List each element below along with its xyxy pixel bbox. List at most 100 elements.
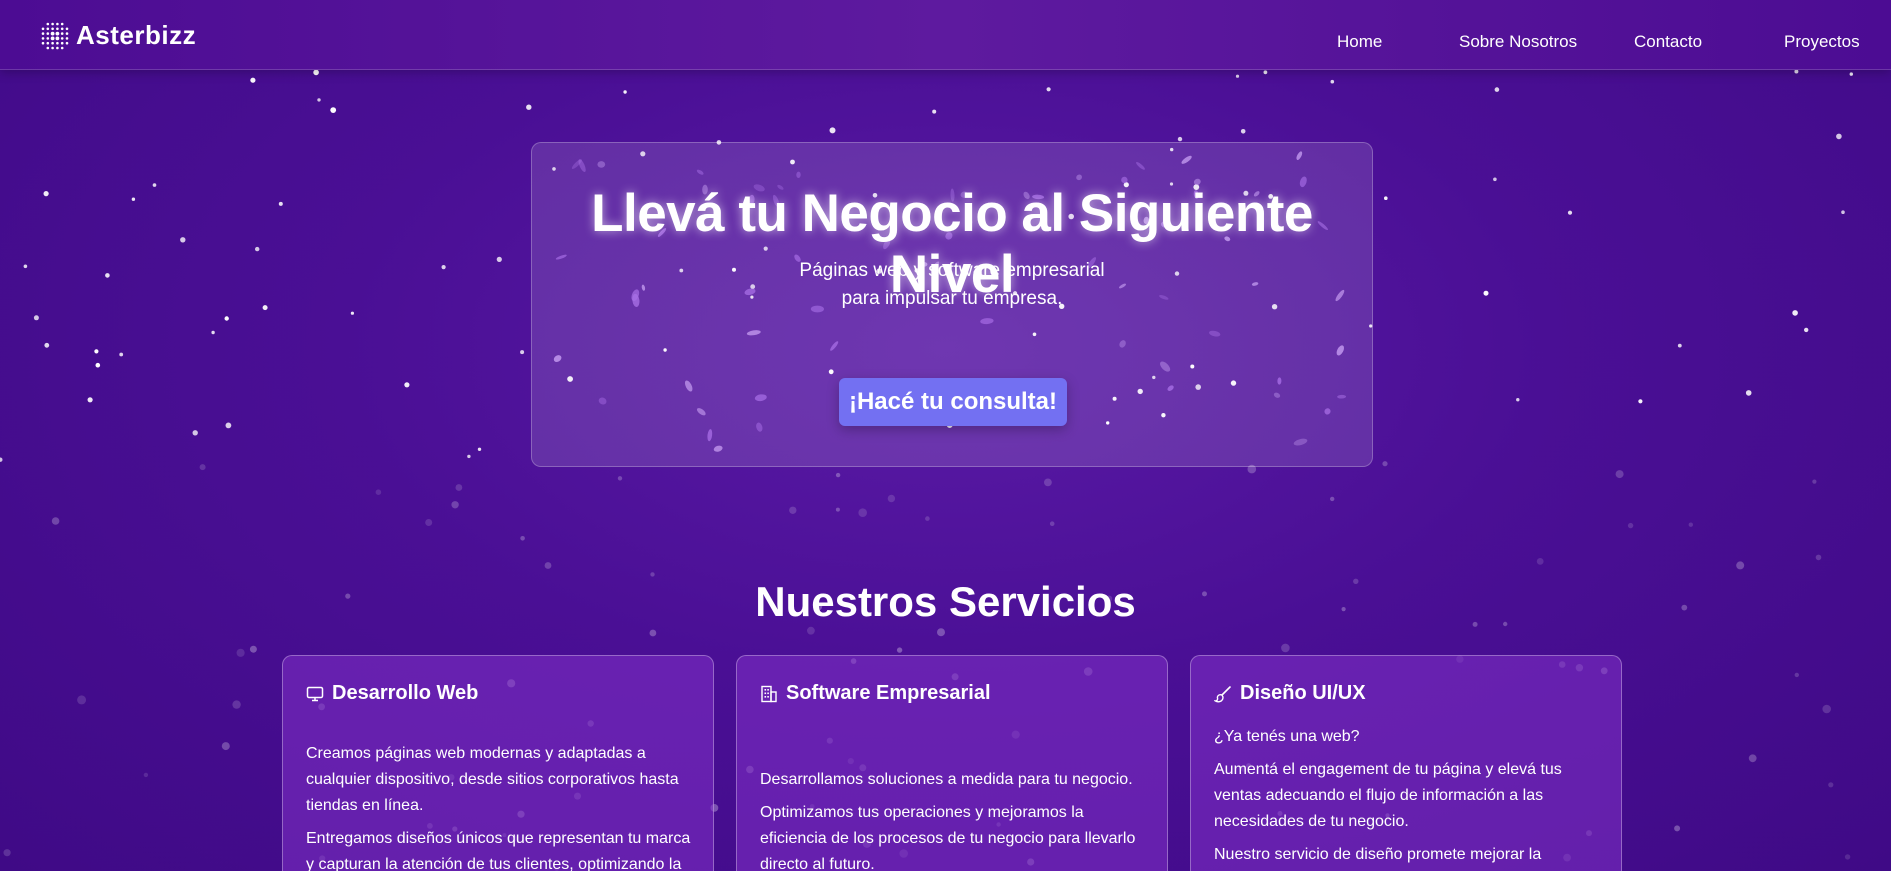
petal-shape xyxy=(1324,408,1331,415)
star-dot xyxy=(350,311,354,315)
star-dot xyxy=(0,457,3,462)
nav-link-proyectos[interactable]: Proyectos xyxy=(1784,32,1860,52)
card-header: Desarrollo Web xyxy=(306,682,478,705)
star-dot xyxy=(1240,129,1246,134)
hero-panel: Llevá tu Negocio al Siguiente Nivel Pági… xyxy=(531,142,1373,467)
star-dot xyxy=(255,246,260,252)
petal-shape xyxy=(1076,174,1082,181)
petal-shape xyxy=(1277,377,1282,385)
star-dot xyxy=(649,629,657,637)
card-body: Desarrollamos soluciones a medida para t… xyxy=(760,767,1149,871)
petal-shape xyxy=(598,397,607,405)
star-dot xyxy=(1330,496,1335,502)
star-dot xyxy=(1745,390,1752,396)
star-dot xyxy=(77,695,87,705)
star-dot xyxy=(1748,754,1757,763)
star-dot xyxy=(313,69,319,76)
star-dot xyxy=(250,77,256,83)
star-dot xyxy=(807,626,815,635)
star-dot xyxy=(375,489,382,496)
star-dot xyxy=(496,256,502,262)
star-dot xyxy=(211,330,215,335)
star-dot xyxy=(1674,825,1681,832)
card-body: Creamos páginas web modernas y adaptadas… xyxy=(306,741,695,871)
star-dot xyxy=(43,191,49,197)
star-dot xyxy=(650,572,655,577)
service-card-web: Desarrollo Web Creamos páginas web moder… xyxy=(282,655,714,871)
hero-subtitle-line-2: para impulsar tu empresa. xyxy=(841,288,1063,309)
star-dot xyxy=(87,397,93,403)
star-dot xyxy=(131,197,136,201)
star-dot xyxy=(1849,72,1854,76)
star-dot xyxy=(835,472,841,478)
star-dot xyxy=(317,98,321,102)
star-dot xyxy=(192,430,198,436)
star-dot xyxy=(1330,79,1335,84)
consult-button[interactable]: ¡Hacé tu consulta! xyxy=(839,378,1067,426)
star-dot xyxy=(520,350,525,355)
petal-shape xyxy=(796,171,801,178)
star-dot xyxy=(520,536,525,541)
star-dot xyxy=(33,315,39,321)
star-dot xyxy=(404,382,410,388)
star-dot xyxy=(1841,210,1845,214)
star-dot xyxy=(1794,69,1799,74)
building-icon xyxy=(761,685,777,702)
petal-shape xyxy=(1160,361,1171,372)
star-dot xyxy=(330,107,337,113)
card-paragraph: Aumentá el engagement de tu página y ele… xyxy=(1214,761,1562,830)
star-dot xyxy=(1177,136,1183,142)
star-dot xyxy=(887,494,896,503)
petal-shape xyxy=(553,355,562,363)
star-dot xyxy=(1836,133,1842,140)
petal-shape xyxy=(1136,162,1145,170)
petal-shape xyxy=(597,161,606,168)
star-dot xyxy=(51,517,60,525)
petal-shape xyxy=(707,429,713,442)
hero-subtitle-line-1: Páginas web y software empresarial xyxy=(799,260,1105,281)
petal-shape xyxy=(696,408,706,416)
star-dot xyxy=(1494,87,1500,92)
petal-shape xyxy=(696,169,704,175)
monitor-icon xyxy=(306,686,324,701)
star-dot xyxy=(425,519,433,526)
services-title: Nuestros Servicios xyxy=(755,578,1136,625)
star-dot xyxy=(224,316,229,321)
nav-link-contacto[interactable]: Contacto xyxy=(1634,32,1702,52)
star-dot xyxy=(477,447,482,451)
card-title: Diseño UI/UX xyxy=(1240,682,1366,704)
navbar: Asterbizz Home Sobre Nosotros Contacto P… xyxy=(0,0,1891,70)
star-dot xyxy=(94,349,99,354)
nav-link-home[interactable]: Home xyxy=(1337,32,1382,52)
star-dot xyxy=(221,742,230,751)
star-dot xyxy=(199,464,206,471)
hero-subtitle: Páginas web y software empresarial para … xyxy=(532,257,1372,313)
brand-name: Asterbizz xyxy=(76,20,197,50)
star-dot xyxy=(1792,310,1798,316)
star-dot xyxy=(1281,643,1290,653)
star-dot xyxy=(623,90,627,94)
petal-shape xyxy=(754,394,767,402)
petal-shape xyxy=(1119,340,1126,348)
star-dot xyxy=(236,648,245,657)
petal-shape xyxy=(830,341,839,351)
card-paragraph: Optimizamos tus operaciones y mejoramos … xyxy=(760,804,1136,871)
star-dot xyxy=(896,647,903,653)
petal-shape xyxy=(1337,394,1347,399)
star-dot xyxy=(23,264,28,269)
petal-shape xyxy=(1336,345,1344,356)
star-dot xyxy=(143,772,149,778)
star-dot xyxy=(1235,74,1240,78)
service-card-uiux: Diseño UI/UX ¿Ya tenés una web? Aumentá … xyxy=(1190,655,1622,871)
petal-shape xyxy=(1293,438,1308,446)
nav-link-sobre-nosotros[interactable]: Sobre Nosotros xyxy=(1459,32,1577,52)
card-paragraph: Entregamos diseños únicos que representa… xyxy=(306,830,691,871)
star-dot xyxy=(1044,478,1052,487)
card-title: Software Empresarial xyxy=(786,682,991,704)
star-dot xyxy=(925,516,930,521)
card-title: Desarrollo Web xyxy=(332,682,479,704)
star-dot xyxy=(1822,704,1831,714)
star-dot xyxy=(232,700,241,709)
petal-shape xyxy=(1208,330,1221,337)
brand-logo[interactable]: Asterbizz xyxy=(40,20,196,51)
